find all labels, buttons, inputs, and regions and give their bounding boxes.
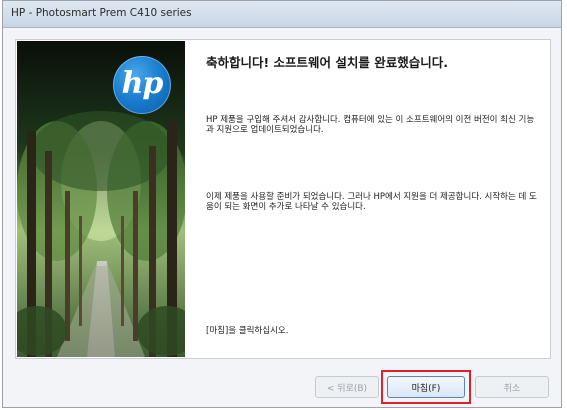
title-bar: HP - Photosmart Prem C410 series	[3, 1, 561, 28]
message-area: 축하합니다! 소프트웨어 설치를 완료했습니다. HP 제품을 구입해 주셔서 …	[206, 40, 540, 358]
thanks-paragraph: HP 제품을 구입해 주셔서 감사합니다. 컴퓨터에 있는 이 소프트웨어의 이…	[206, 115, 535, 135]
finish-button-highlight	[381, 370, 471, 404]
installer-content-panel: hp 축하합니다! 소프트웨어 설치를 완료했습니다. HP 제품을 구입해 주…	[15, 39, 551, 359]
window-title: HP - Photosmart Prem C410 series	[11, 7, 192, 19]
hp-logo: hp	[113, 56, 171, 114]
ready-paragraph: 이제 제품을 사용할 준비가 되었습니다. 그러나 HP에서 지원을 더 제공합…	[206, 192, 537, 212]
cancel-button[interactable]: 취소	[475, 376, 549, 398]
forest-path-image: hp	[17, 41, 185, 357]
back-button[interactable]: < 뒤로(B)	[315, 376, 379, 398]
hp-logo-text: hp	[121, 66, 164, 101]
button-bar: < 뒤로(B) 마침(F) 취소	[3, 376, 561, 400]
completion-heading: 축하합니다! 소프트웨어 설치를 완료했습니다.	[206, 55, 449, 70]
finish-instruction: [마침]을 클릭하십시오.	[206, 326, 289, 336]
installer-window: HP - Photosmart Prem C410 series hp 축하합니…	[2, 0, 562, 408]
